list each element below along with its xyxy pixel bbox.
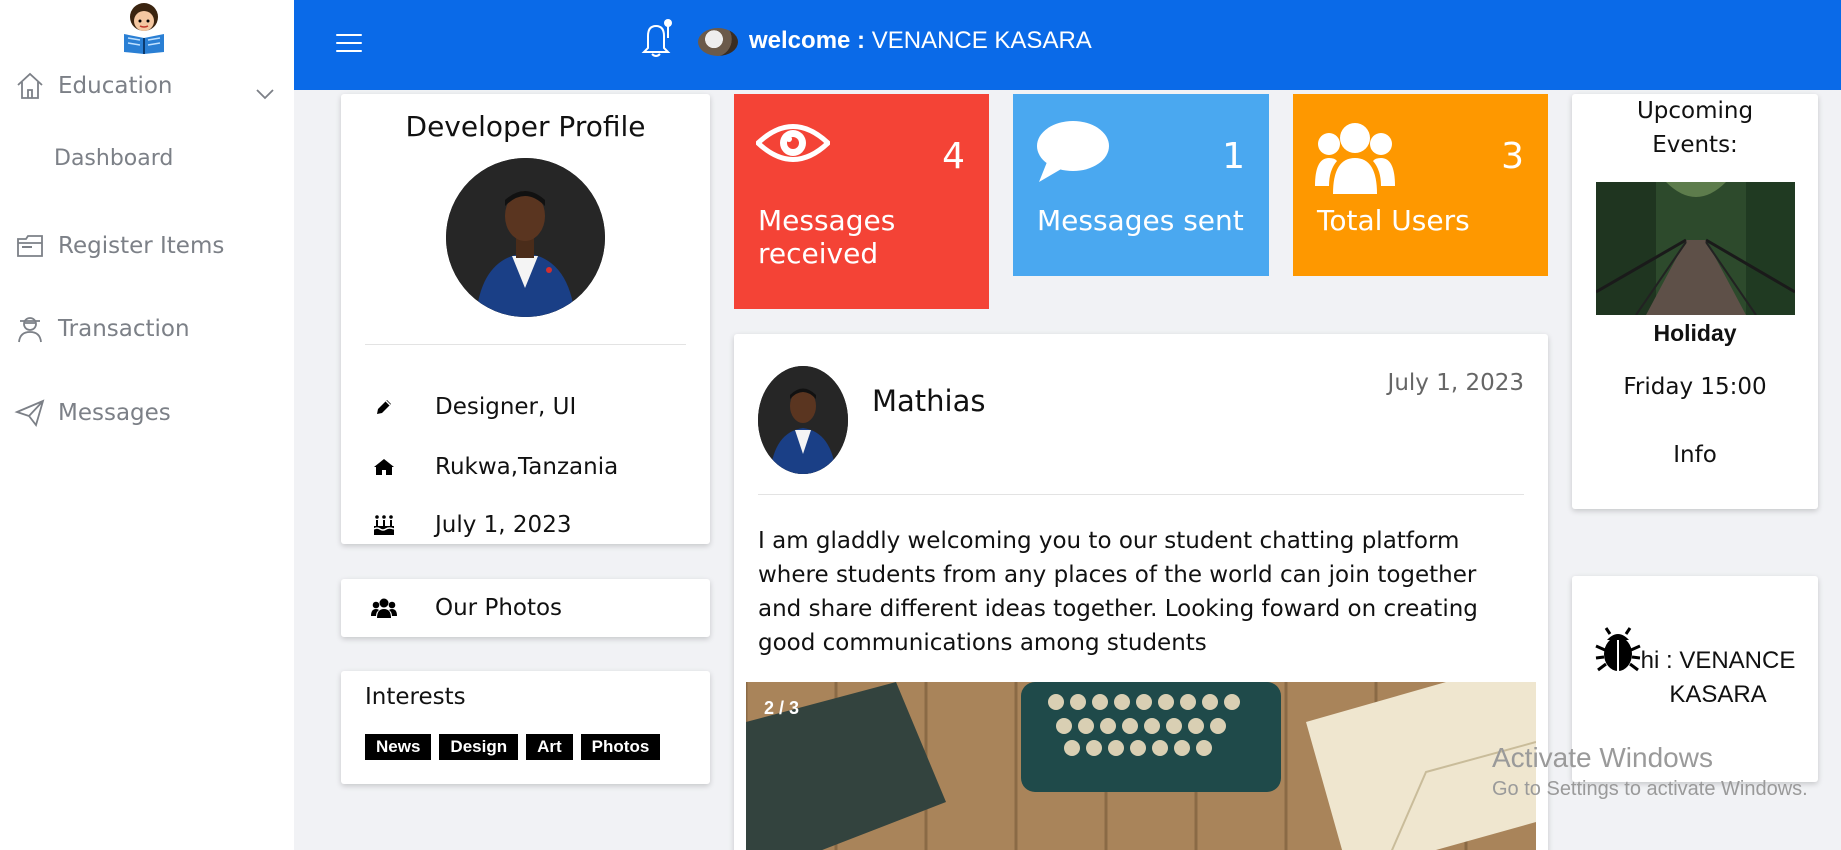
hamburger-menu-icon[interactable] xyxy=(336,34,362,54)
users-icon xyxy=(1315,123,1395,194)
activate-windows-watermark: Activate Windows Go to Settings to activ… xyxy=(1492,742,1808,801)
slide-counter: 2 / 3 xyxy=(764,698,800,718)
interests-card: Interests News Design Art Photos xyxy=(341,671,710,784)
user-avatar[interactable] xyxy=(698,28,738,56)
sidebar-item-transaction[interactable]: Transaction xyxy=(14,313,190,345)
stat-label: Total Users xyxy=(1317,204,1470,237)
sidebar-item-dashboard[interactable]: Dashboard xyxy=(54,146,173,171)
post-date: July 1, 2023 xyxy=(1387,370,1524,396)
profile-birthday: July 1, 2023 xyxy=(435,512,572,538)
event-info-link[interactable]: Info xyxy=(1572,442,1818,468)
post-author-name[interactable]: Mathias xyxy=(872,384,985,418)
welcome-text: welcome : VENANCE KASARA xyxy=(749,27,1092,55)
welcome-user-name: VENANCE KASARA xyxy=(871,27,1092,54)
folder-icon xyxy=(17,235,43,257)
event-image xyxy=(1596,182,1795,315)
sidebar: Education Dashboard Register Items Trans… xyxy=(0,0,294,850)
paper-plane-icon xyxy=(14,399,45,427)
sidebar-item-label: Transaction xyxy=(58,316,190,342)
greeting-prefix: hi : xyxy=(1640,647,1673,674)
post-body: I am gladdly welcoming you to our studen… xyxy=(758,528,1478,656)
stat-value: 4 xyxy=(942,136,965,177)
pencil-icon xyxy=(367,395,401,419)
reading-student-logo-icon xyxy=(124,3,164,54)
profile-title: Developer Profile xyxy=(405,110,646,143)
users-icon xyxy=(367,597,401,619)
developer-profile-card: Developer Profile Designer, UI Rukwa,Tan… xyxy=(341,94,710,544)
tag-design[interactable]: Design xyxy=(439,734,519,760)
interests-title: Interests xyxy=(365,684,466,710)
chat-icon xyxy=(1037,121,1109,182)
greeting-text: hi : VENANCE KASARA xyxy=(1628,644,1808,712)
sidebar-item-label: Messages xyxy=(58,400,171,426)
house-icon xyxy=(367,455,401,479)
top-navbar: welcome : VENANCE KASARA xyxy=(294,0,1841,90)
watermark-title: Activate Windows xyxy=(1492,742,1713,773)
home-icon xyxy=(17,72,43,99)
chevron-down-icon[interactable] xyxy=(254,85,276,103)
interest-tags: News Design Art Photos xyxy=(365,734,661,760)
event-name: Holiday xyxy=(1653,320,1737,346)
events-title: Upcoming Events: xyxy=(1636,98,1754,158)
birthday-cake-icon xyxy=(367,513,401,537)
profile-location-row: Rukwa,Tanzania xyxy=(367,454,618,480)
upcoming-events-card: Upcoming Events: Holiday Friday 15:00 In… xyxy=(1572,94,1818,509)
event-time: Friday 15:00 xyxy=(1623,374,1767,400)
greeting-name: VENANCE KASARA xyxy=(1669,647,1796,708)
sidebar-item-label: Education xyxy=(58,73,173,99)
profile-role: Designer, UI xyxy=(435,394,577,420)
user-icon xyxy=(18,317,42,343)
stat-value: 3 xyxy=(1501,136,1524,177)
divider xyxy=(758,494,1524,495)
profile-location: Rukwa,Tanzania xyxy=(435,454,619,480)
our-photos-label: Our Photos xyxy=(435,595,563,621)
profile-avatar xyxy=(446,158,605,317)
stat-messages-received[interactable]: 4 Messages received xyxy=(734,94,989,309)
stat-label: Messages received xyxy=(758,204,896,271)
stat-value: 1 xyxy=(1222,136,1245,177)
profile-birthday-row: July 1, 2023 xyxy=(367,512,571,538)
post-image-slideshow[interactable]: 2 / 3 xyxy=(746,682,1536,850)
tag-art[interactable]: Art xyxy=(526,734,573,760)
eye-icon xyxy=(756,124,830,162)
tag-news[interactable]: News xyxy=(365,734,432,760)
sidebar-item-messages[interactable]: Messages xyxy=(14,397,171,429)
sidebar-item-label: Register Items xyxy=(58,233,225,259)
stat-messages-sent[interactable]: 1 Messages sent xyxy=(1013,94,1269,276)
stat-label: Messages sent xyxy=(1037,204,1244,237)
divider xyxy=(365,344,686,345)
post-card: Mathias July 1, 2023 I am gladdly welcom… xyxy=(734,334,1548,850)
sidebar-item-education[interactable]: Education xyxy=(14,70,173,102)
sidebar-item-register-items[interactable]: Register Items xyxy=(14,230,224,262)
our-photos-card[interactable]: Our Photos xyxy=(341,579,710,637)
stat-total-users[interactable]: 3 Total Users xyxy=(1293,94,1548,276)
post-author-avatar xyxy=(758,366,848,474)
watermark-subtitle: Go to Settings to activate Windows. xyxy=(1492,778,1808,800)
bell-icon[interactable] xyxy=(638,18,674,58)
profile-role-row: Designer, UI xyxy=(367,394,576,420)
tag-photos[interactable]: Photos xyxy=(580,734,661,760)
welcome-prefix: welcome : xyxy=(749,27,866,54)
